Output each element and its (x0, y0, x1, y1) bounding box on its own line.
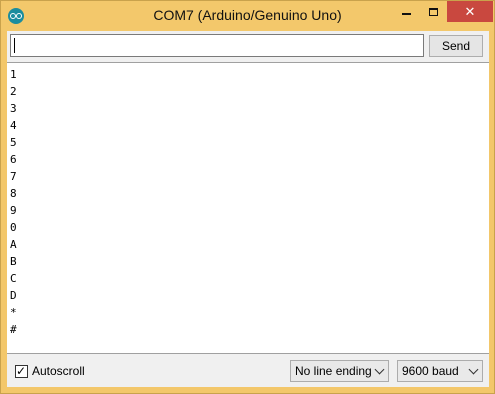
output-line: * (10, 306, 17, 319)
baud-rate-select[interactable]: 9600 baud (397, 360, 483, 382)
output-line: 9 (10, 204, 17, 217)
close-icon: ✕ (464, 3, 476, 19)
maximize-icon (429, 7, 438, 16)
output-line: 6 (10, 153, 17, 166)
send-input[interactable] (10, 34, 424, 57)
baud-rate-value: 9600 baud (402, 364, 459, 378)
chevron-down-icon (468, 364, 479, 375)
autoscroll-checkbox[interactable]: ✓ (15, 363, 28, 378)
status-bar: ✓ Autoscroll No line ending 9600 baud (7, 355, 489, 387)
client-area: Send 1 2 3 4 5 6 7 8 9 0 A B C D * # ✓ Autoscroll No li… (7, 31, 489, 387)
output-line: # (10, 323, 17, 336)
output-line: 4 (10, 119, 17, 132)
autoscroll-label: Autoscroll (32, 364, 85, 378)
chevron-down-icon (374, 364, 385, 375)
output-line: 0 (10, 221, 17, 234)
serial-monitor-window: COM7 (Arduino/Genuino Uno) ✕ Send 1 2 3 4 5 6… (0, 0, 495, 394)
minimize-button[interactable] (393, 1, 420, 22)
minimize-icon (402, 12, 411, 15)
output-line: 7 (10, 170, 17, 183)
line-ending-select[interactable]: No line ending (290, 360, 389, 382)
checkmark-icon: ✓ (16, 363, 27, 378)
close-button[interactable]: ✕ (447, 1, 493, 22)
output-line: 1 (10, 68, 17, 81)
output-line: 2 (10, 85, 17, 98)
output-line: D (10, 289, 17, 302)
line-ending-value: No line ending (295, 364, 372, 378)
maximize-button[interactable] (420, 1, 447, 22)
send-button[interactable]: Send (429, 35, 483, 57)
text-caret (14, 38, 15, 53)
title-bar[interactable]: COM7 (Arduino/Genuino Uno) ✕ (1, 1, 494, 31)
serial-output[interactable]: 1 2 3 4 5 6 7 8 9 0 A B C D * # (7, 62, 489, 354)
output-line: B (10, 255, 17, 268)
output-line: 3 (10, 102, 17, 115)
output-line: 5 (10, 136, 17, 149)
autoscroll-toggle[interactable]: ✓ Autoscroll (15, 364, 85, 378)
output-line: 8 (10, 187, 17, 200)
output-line: C (10, 272, 17, 285)
output-line: A (10, 238, 17, 251)
